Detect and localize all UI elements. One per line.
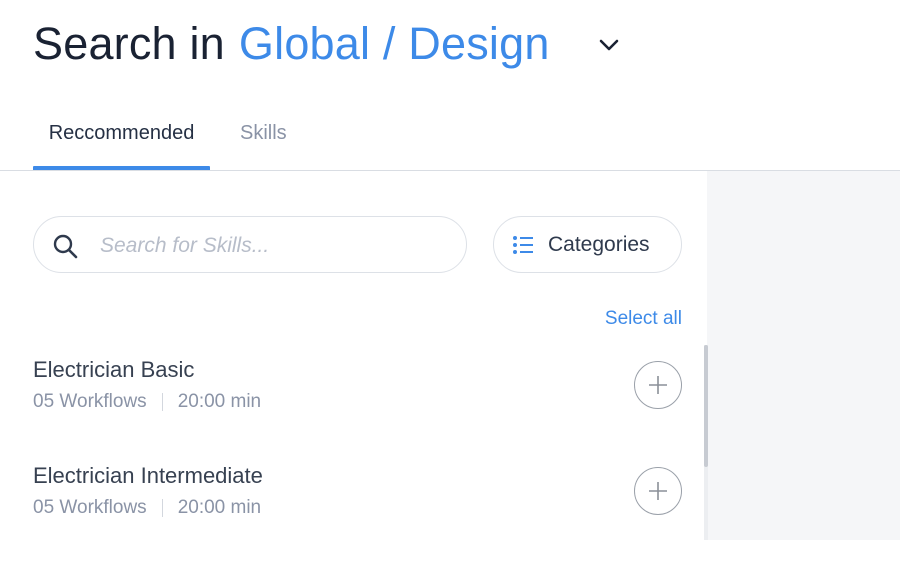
item-meta: 05 Workflows 20:00 min	[33, 497, 261, 519]
categories-button[interactable]: Categories	[493, 216, 682, 273]
add-skill-button[interactable]	[634, 361, 682, 409]
tab-reccommended[interactable]: Reccommended	[33, 96, 210, 170]
item-title: Electrician Basic	[33, 357, 195, 382]
item-duration: 20:00 min	[177, 497, 262, 518]
scope-dropdown-button[interactable]	[592, 28, 626, 62]
plus-icon	[649, 482, 667, 500]
categories-label: Categories	[548, 233, 650, 256]
item-duration: 20:00 min	[177, 391, 262, 412]
title-prefix: Search in	[33, 18, 225, 69]
meta-divider	[161, 393, 163, 411]
search-input[interactable]	[98, 217, 452, 274]
select-all-link[interactable]: Select all	[605, 308, 682, 330]
list-item[interactable]: Electrician Intermediate 05 Workflows 20…	[33, 463, 693, 563]
item-title: Electrician Intermediate	[33, 463, 263, 488]
plus-icon	[649, 376, 667, 394]
list-item[interactable]: Electrician Basic 05 Workflows 20:00 min	[33, 357, 693, 457]
search-box	[33, 216, 467, 274]
add-skill-button[interactable]	[634, 467, 682, 515]
chevron-down-icon	[599, 39, 619, 51]
title-scope[interactable]: Global / Design	[239, 18, 550, 70]
meta-divider	[161, 499, 163, 517]
search-icon	[53, 234, 78, 259]
item-workflows: 05 Workflows	[33, 497, 147, 518]
item-workflows: 05 Workflows	[33, 391, 147, 412]
page-title: Search in Global / Design	[33, 14, 550, 74]
side-panel	[707, 171, 900, 540]
list-icon	[513, 236, 533, 254]
tab-skills[interactable]: Skills	[240, 96, 287, 170]
item-meta: 05 Workflows 20:00 min	[33, 391, 261, 413]
scrollbar-thumb[interactable]	[704, 345, 708, 467]
tab-bar: Reccommended Skills	[0, 96, 900, 172]
list-scrollbar[interactable]	[704, 345, 708, 540]
